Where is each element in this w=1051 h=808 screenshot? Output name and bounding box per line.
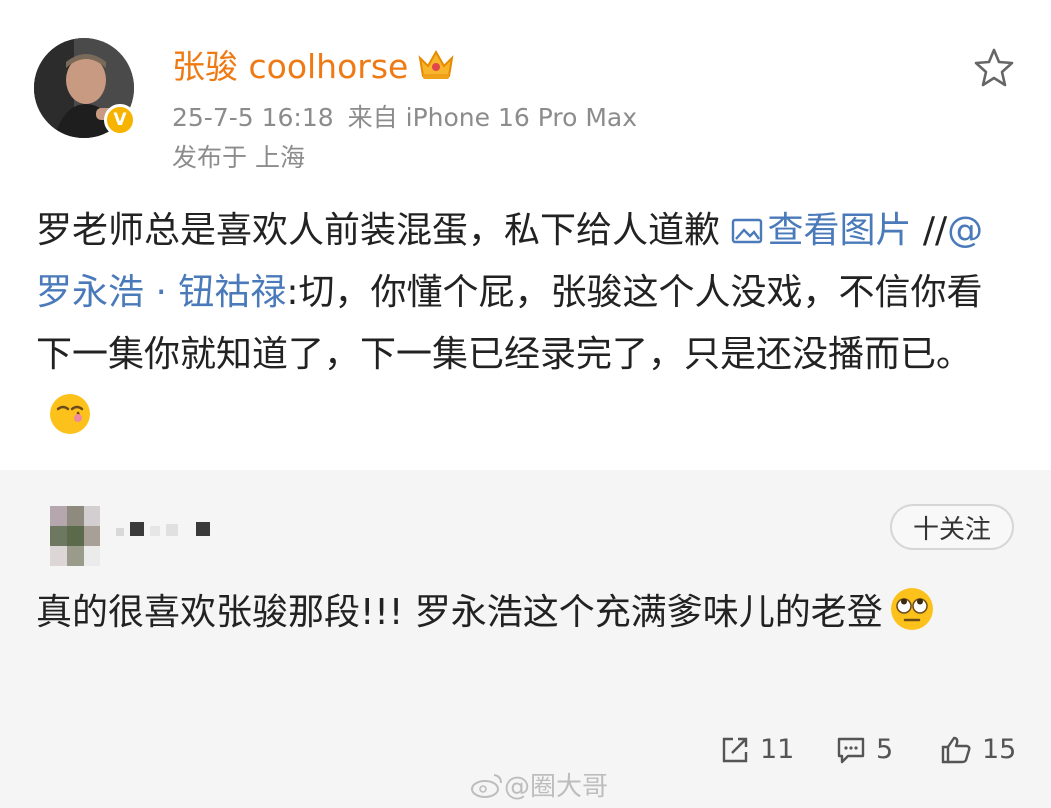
post-source: 来自 iPhone 16 Pro Max <box>347 103 638 132</box>
like-count: 15 <box>982 734 1017 765</box>
post-text-part1: 罗老师总是喜欢人前装混蛋，私下给人道歉 <box>36 210 732 251</box>
repost-button[interactable]: 11 <box>720 734 794 765</box>
author-name-text[interactable]: 张骏 coolhorse <box>172 40 408 88</box>
repost-count: 11 <box>760 734 795 765</box>
view-image-label[interactable]: 查看图片 <box>767 210 911 251</box>
post-timestamp: 25-7-5 16:18 <box>172 103 334 132</box>
star-outline-icon <box>974 48 1014 87</box>
weibo-post: V 张骏 coolhorse 25-7-5 16:18 来自 iPhone 16 … <box>0 0 1051 470</box>
view-image-link[interactable]: 查看图片 <box>731 210 911 251</box>
follow-button[interactable]: 十关注 <box>890 504 1014 550</box>
image-icon <box>732 218 763 244</box>
like-button[interactable]: 15 <box>940 734 1016 765</box>
eye-roll-emoji-icon <box>889 586 935 652</box>
comment-text: 真的很喜欢张骏那段!!! 罗永浩这个充满爹味儿的老登 <box>36 582 1011 652</box>
comment-text-body: 真的很喜欢张骏那段!!! 罗永浩这个充满爹味儿的老登 <box>36 592 883 633</box>
comment-button[interactable]: 5 <box>836 734 893 765</box>
author-name[interactable]: 张骏 coolhorse <box>172 40 456 88</box>
repost-separator: // <box>911 210 948 251</box>
weibo-logo-icon <box>471 773 502 798</box>
favorite-button[interactable] <box>972 46 1016 90</box>
watermark-text: @圈大哥 <box>504 772 609 802</box>
commenter-name[interactable] <box>116 520 216 540</box>
watermark: @圈大哥 <box>470 766 608 803</box>
comment-card: 十关注 真的很喜欢张骏那段!!! 罗永浩这个充满爹味儿的老登 11 5 15 @… <box>0 470 1051 808</box>
comment-count: 5 <box>876 734 894 765</box>
commenter-avatar[interactable] <box>50 506 100 566</box>
thumbs-up-icon <box>941 736 971 763</box>
post-content: 罗老师总是喜欢人前装混蛋，私下给人道歉 查看图片 //@罗永浩 · 钮祜禄:切，… <box>36 200 1011 456</box>
crown-icon <box>418 49 454 79</box>
comment-icon <box>837 737 865 763</box>
repost-icon <box>722 737 748 762</box>
post-location: 发布于 上海 <box>172 143 305 172</box>
smirk-emoji-icon <box>48 392 92 456</box>
verified-v-icon: V <box>104 104 136 136</box>
post-meta: 25-7-5 16:18 来自 iPhone 16 Pro Max <box>172 98 637 134</box>
